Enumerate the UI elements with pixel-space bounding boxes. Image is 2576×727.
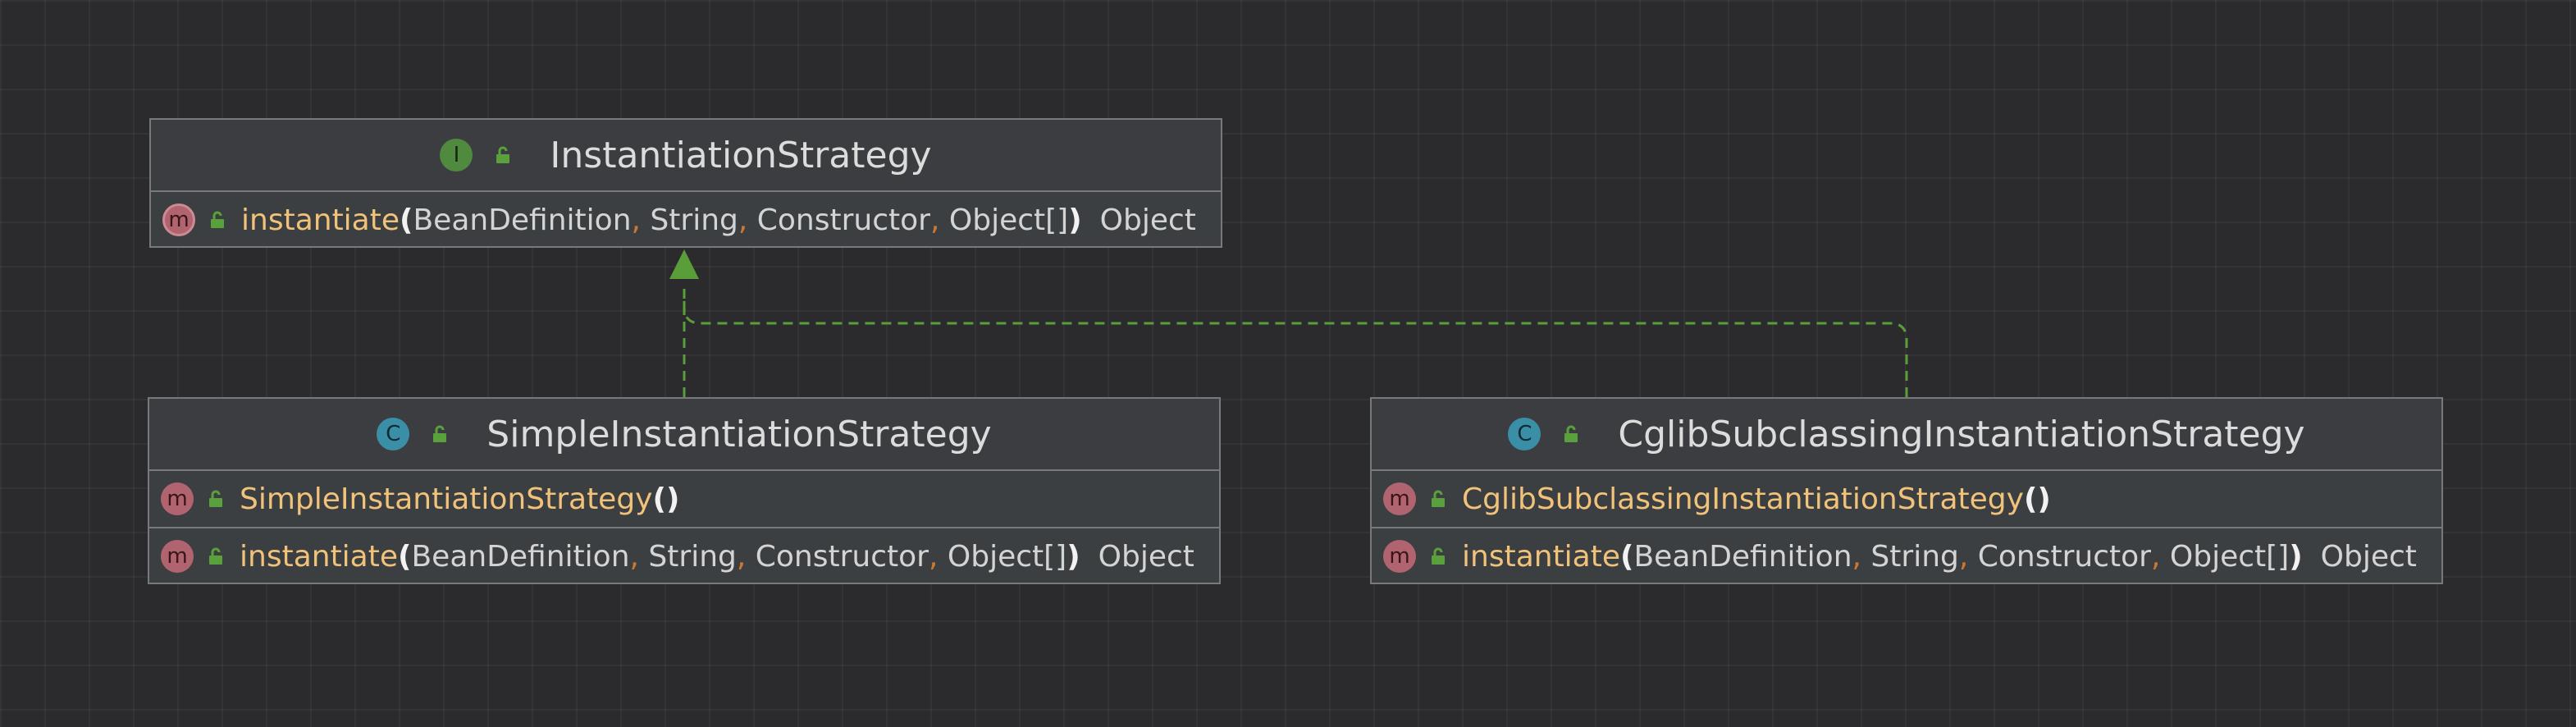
param-separator: , bbox=[1852, 539, 1861, 574]
param-type: Constructor bbox=[755, 539, 929, 574]
param-separator: , bbox=[736, 539, 747, 574]
param-type: Constructor bbox=[756, 203, 930, 237]
open-paren: ( bbox=[652, 482, 666, 516]
param-separator: , bbox=[631, 203, 641, 237]
class-name: CglibSubclassingInstantiationStrategy bbox=[1618, 413, 2305, 455]
realization-cglib-to-interface bbox=[683, 289, 1908, 397]
param-type: Object[] bbox=[948, 203, 1069, 237]
return-type: Object bbox=[2320, 539, 2417, 574]
constructor-row[interactable]: m SimpleInstantiationStrategy ( ) bbox=[149, 471, 1219, 527]
method-name: CglibSubclassingInstantiationStrategy bbox=[1462, 482, 2024, 516]
class-box-cglib-subclassing-instantiation-strategy[interactable]: C CglibSubclassingInstantiationStrategy … bbox=[1370, 397, 2443, 584]
method-name: instantiate bbox=[241, 203, 400, 237]
class-name: SimpleInstantiationStrategy bbox=[486, 413, 992, 455]
method-name: SimpleInstantiationStrategy bbox=[240, 482, 653, 516]
method-row[interactable]: m instantiate ( BeanDefinition , String … bbox=[149, 527, 1219, 584]
open-paren: ( bbox=[2023, 482, 2038, 516]
method-icon: m bbox=[1383, 482, 1416, 515]
param-type: Constructor bbox=[1977, 539, 2151, 574]
realization-arrowhead bbox=[669, 249, 699, 279]
method-row[interactable]: m instantiate ( BeanDefinition , String … bbox=[151, 192, 1221, 248]
param-type: Object[] bbox=[947, 539, 1067, 574]
param-separator: , bbox=[1958, 539, 1969, 574]
class-header: C CglibSubclassingInstantiationStrategy bbox=[1372, 399, 2441, 471]
param-type: BeanDefinition bbox=[411, 539, 630, 574]
param-separator: , bbox=[629, 539, 639, 574]
class-box-instantiation-strategy[interactable]: I InstantiationStrategy m instantiate ( … bbox=[149, 118, 1222, 248]
abstract-method-icon: m bbox=[162, 203, 195, 236]
class-name: InstantiationStrategy bbox=[550, 134, 932, 176]
open-paren: ( bbox=[398, 539, 412, 574]
public-lock-icon bbox=[1432, 490, 1445, 507]
method-row[interactable]: m instantiate ( BeanDefinition , String … bbox=[1372, 527, 2441, 584]
public-lock-icon bbox=[1432, 547, 1445, 565]
constructor-row[interactable]: m CglibSubclassingInstantiationStrategy … bbox=[1372, 471, 2441, 527]
interface-icon: I bbox=[440, 139, 473, 171]
close-paren: ) bbox=[2289, 539, 2303, 574]
relations-layer bbox=[669, 249, 1908, 397]
param-separator: , bbox=[929, 203, 940, 237]
public-lock-icon bbox=[496, 146, 510, 163]
return-type: Object bbox=[1099, 203, 1196, 237]
class-header: I InstantiationStrategy bbox=[151, 120, 1221, 192]
class-box-simple-instantiation-strategy[interactable]: C SimpleInstantiationStrategy m SimpleIn… bbox=[148, 397, 1221, 584]
method-icon: m bbox=[161, 482, 194, 515]
method-name: instantiate bbox=[1462, 539, 1621, 574]
param-type: String bbox=[648, 539, 737, 574]
method-name: instantiate bbox=[240, 539, 399, 574]
param-type: String bbox=[1870, 539, 1959, 574]
class-icon: C bbox=[377, 418, 410, 450]
close-paren: ) bbox=[1068, 203, 1082, 237]
public-lock-icon bbox=[209, 547, 222, 565]
public-lock-icon bbox=[1564, 425, 1578, 442]
open-paren: ( bbox=[1620, 539, 1634, 574]
public-lock-icon bbox=[433, 425, 447, 442]
method-icon: m bbox=[1383, 540, 1416, 573]
method-icon: m bbox=[161, 540, 194, 573]
param-separator: , bbox=[928, 539, 939, 574]
param-separator: , bbox=[2150, 539, 2161, 574]
param-type: BeanDefinition bbox=[1633, 539, 1852, 574]
public-lock-icon bbox=[209, 490, 222, 507]
open-paren: ( bbox=[400, 203, 413, 237]
return-type: Object bbox=[1098, 539, 1194, 574]
close-paren: ) bbox=[1066, 539, 1080, 574]
close-paren: ) bbox=[665, 482, 680, 516]
param-type: String bbox=[650, 203, 738, 237]
public-lock-icon bbox=[211, 211, 224, 228]
param-type: BeanDefinition bbox=[413, 203, 632, 237]
class-header: C SimpleInstantiationStrategy bbox=[149, 399, 1219, 471]
class-icon: C bbox=[1508, 418, 1541, 450]
param-type: Object[] bbox=[2169, 539, 2290, 574]
close-paren: ) bbox=[2037, 482, 2051, 516]
param-separator: , bbox=[738, 203, 748, 237]
